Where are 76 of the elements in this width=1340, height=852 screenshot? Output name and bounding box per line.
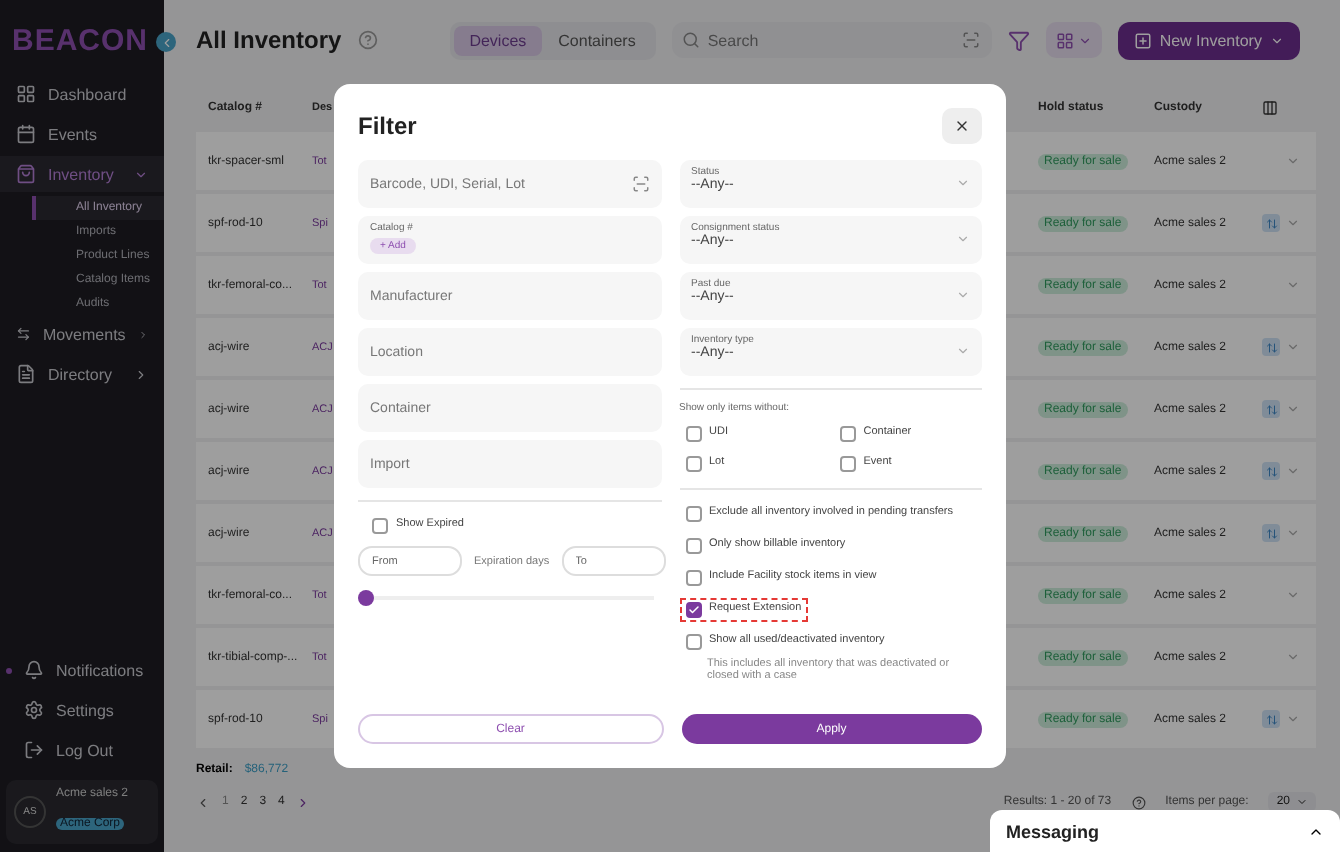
- checkbox[interactable]: [685, 426, 701, 442]
- nav-item[interactable]: Events: [0, 116, 164, 152]
- search-field[interactable]: Search: [671, 22, 992, 58]
- settings-icon: [24, 700, 44, 720]
- checkbox[interactable]: [685, 570, 701, 586]
- nav-item[interactable]: Directory: [0, 356, 164, 392]
- checkbox[interactable]: [685, 456, 701, 472]
- expand-icon[interactable]: [1286, 216, 1300, 230]
- chevron-icon: [956, 344, 970, 358]
- columns-icon[interactable]: [1262, 100, 1278, 116]
- slider-thumb[interactable]: [358, 590, 374, 606]
- tab[interactable]: Containers: [542, 25, 652, 55]
- close-button[interactable]: [942, 108, 982, 144]
- next-icon[interactable]: [296, 795, 311, 809]
- expand-icon[interactable]: [1286, 650, 1300, 664]
- expand-icon[interactable]: [1286, 464, 1300, 478]
- expand-icon[interactable]: [1286, 588, 1300, 602]
- transfer-icon[interactable]: [1262, 524, 1280, 542]
- logo: BEACON: [12, 24, 149, 60]
- bag-icon: [16, 164, 36, 184]
- checkbox[interactable]: [685, 538, 701, 554]
- grid-icon: [1055, 31, 1074, 49]
- transfer-icon[interactable]: [1262, 214, 1280, 232]
- nav-item[interactable]: Notifications: [0, 652, 164, 688]
- expand-icon[interactable]: [1286, 278, 1300, 292]
- dashboard-icon: [16, 84, 36, 104]
- help-icon[interactable]: [1131, 795, 1146, 809]
- messaging-title: Messaging: [1006, 821, 1100, 841]
- nav-item[interactable]: Inventory: [0, 156, 164, 192]
- help-icon[interactable]: [357, 30, 378, 50]
- tab[interactable]: Devices: [453, 25, 543, 55]
- expand-icon[interactable]: [1286, 402, 1300, 416]
- transfer-icon[interactable]: [1262, 462, 1280, 480]
- transfer-icon[interactable]: [1262, 710, 1280, 728]
- check-icon: [687, 604, 699, 616]
- checkbox[interactable]: [685, 602, 701, 618]
- chevron-icon: [1296, 796, 1308, 808]
- chevron-icon: [956, 288, 970, 302]
- view-toggle-button[interactable]: [1045, 22, 1102, 58]
- nav-item[interactable]: Movements: [0, 316, 164, 352]
- messaging-panel[interactable]: Messaging: [990, 810, 1340, 852]
- checkbox[interactable]: [685, 634, 701, 650]
- checkbox[interactable]: [839, 426, 856, 442]
- scan-icon[interactable]: [631, 175, 649, 193]
- scan-icon[interactable]: [961, 31, 980, 49]
- new-inventory-button[interactable]: New Inventory: [1117, 21, 1300, 59]
- chevron-icon: [1077, 33, 1092, 47]
- document-icon: [16, 364, 36, 384]
- chevron-icon: [956, 176, 970, 190]
- expand-icon[interactable]: [1286, 340, 1300, 354]
- page-title: All Inventory: [196, 26, 342, 54]
- transfer-icon[interactable]: [1262, 338, 1280, 356]
- arrows-icon: [16, 324, 31, 344]
- checkbox[interactable]: [372, 518, 388, 534]
- close-icon: [954, 116, 970, 136]
- logout-icon: [24, 740, 44, 760]
- expand-icon[interactable]: [1286, 526, 1300, 540]
- filter-icon[interactable]: [1007, 29, 1030, 51]
- transfer-icon[interactable]: [1262, 400, 1280, 418]
- expand-icon[interactable]: [1286, 154, 1300, 168]
- chevron-icon: [956, 232, 970, 246]
- nav-item[interactable]: Log Out: [0, 732, 164, 768]
- checkbox[interactable]: [685, 506, 701, 522]
- chevron-icon: [1269, 33, 1284, 47]
- collapse-button[interactable]: [156, 32, 177, 52]
- chevron-icon: [159, 35, 174, 49]
- checkbox[interactable]: [839, 456, 856, 472]
- nav-item[interactable]: Settings: [0, 692, 164, 728]
- search-icon: [681, 31, 700, 49]
- bell-icon: [24, 660, 44, 680]
- expand-icon[interactable]: [1286, 712, 1300, 726]
- dialog-title: Filter: [358, 112, 417, 140]
- prev-icon[interactable]: [196, 795, 210, 809]
- plus-icon: [1133, 31, 1152, 49]
- nav-item[interactable]: Dashboard: [0, 76, 164, 112]
- calendar-icon: [16, 124, 36, 144]
